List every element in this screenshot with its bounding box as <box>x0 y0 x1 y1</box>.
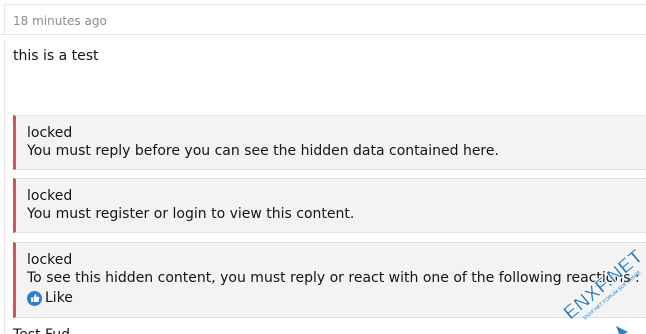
locked-title: locked <box>27 125 73 141</box>
page: 18 minutes ago this is a test locked You… <box>0 0 646 334</box>
locked-message: To see this hidden content, you must rep… <box>27 270 640 286</box>
cursor-icon <box>616 326 628 334</box>
locked-block-register: locked You must register or login to vie… <box>13 178 646 233</box>
divider <box>4 4 646 5</box>
next-post-text: Test Fud <box>13 326 70 334</box>
locked-title: locked <box>27 188 73 204</box>
locked-message: You must register or login to view this … <box>27 206 355 222</box>
locked-block-react: locked To see this hidden content, you m… <box>13 242 646 318</box>
panel-edge <box>4 4 5 34</box>
locked-title: locked <box>27 252 73 268</box>
locked-message: You must reply before you can see the hi… <box>27 143 499 159</box>
locked-block-reply: locked You must reply before you can see… <box>13 115 646 170</box>
reaction-like[interactable]: Like <box>27 289 646 307</box>
like-label: Like <box>45 290 73 306</box>
post-message: this is a test <box>13 48 99 64</box>
previous-post-footer: 18 minutes ago <box>0 0 646 35</box>
thumbs-up-icon <box>27 290 42 306</box>
post-timestamp[interactable]: 18 minutes ago <box>13 14 107 28</box>
post-edge <box>4 40 5 334</box>
